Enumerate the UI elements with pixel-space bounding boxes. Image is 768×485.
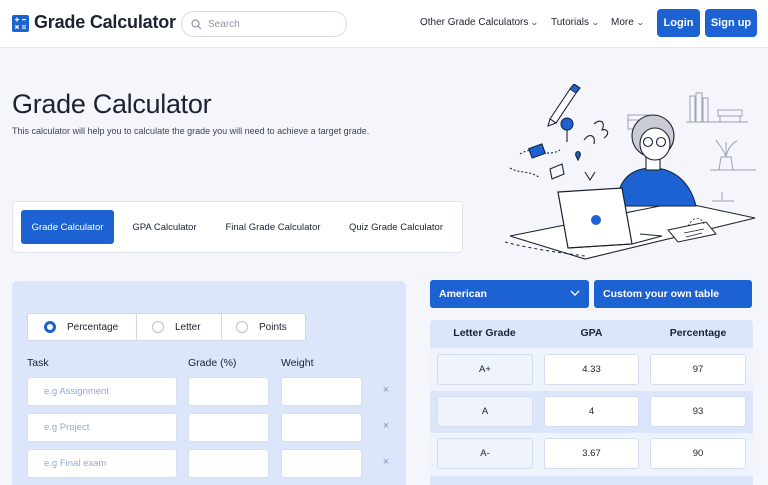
- page-title: Grade Calculator: [12, 89, 212, 119]
- gpa-cell[interactable]: 4: [544, 396, 639, 427]
- table-header-percentage: Percentage: [669, 327, 727, 339]
- table-header-gpa: GPA: [580, 327, 603, 339]
- task-field[interactable]: [27, 449, 177, 478]
- grade-mode-selector: Percentage Letter Points: [27, 313, 306, 341]
- calculator-logo-icon[interactable]: [12, 15, 29, 32]
- gpa-cell[interactable]: 4.33: [544, 354, 639, 385]
- remove-row-icon[interactable]: ×: [381, 420, 391, 432]
- mode-letter-label: Letter: [175, 321, 201, 333]
- column-header-weight: Weight: [281, 357, 314, 369]
- top-nav-bar: Grade Calculator Other Grade Calculators…: [0, 0, 768, 48]
- mode-letter[interactable]: Letter: [152, 314, 201, 340]
- weight-field[interactable]: [281, 377, 362, 406]
- mode-percentage[interactable]: Percentage: [44, 314, 118, 340]
- tab-grade-calculator[interactable]: Grade Calculator: [21, 210, 114, 244]
- mode-points-label: Points: [259, 321, 287, 333]
- letter-cell[interactable]: A-: [437, 438, 533, 469]
- chevron-down-icon: [570, 290, 580, 296]
- custom-table-button[interactable]: Custom your own table: [594, 280, 752, 308]
- letter-cell[interactable]: A: [437, 396, 533, 427]
- login-button[interactable]: Login: [657, 9, 700, 37]
- grade-field[interactable]: [188, 413, 269, 442]
- search-input[interactable]: [208, 16, 338, 32]
- gpa-cell[interactable]: 3.67: [544, 438, 639, 469]
- percentage-cell[interactable]: 93: [650, 396, 746, 427]
- weight-input[interactable]: [282, 450, 361, 477]
- calculator-tabs: Grade Calculator GPA Calculator Final Gr…: [12, 201, 463, 253]
- task-field[interactable]: [27, 377, 177, 406]
- grade-field[interactable]: [188, 377, 269, 406]
- remove-row-icon[interactable]: ×: [381, 384, 391, 396]
- column-header-task: Task: [27, 357, 49, 369]
- mode-percentage-label: Percentage: [67, 321, 119, 333]
- nav-more[interactable]: More ⌄: [611, 17, 645, 28]
- grade-input[interactable]: [189, 450, 268, 477]
- nav-other-grade-calculators[interactable]: Other Grade Calculators ⌄: [420, 17, 540, 28]
- task-field[interactable]: [27, 413, 177, 442]
- tab-gpa-calculator[interactable]: GPA Calculator: [120, 210, 209, 244]
- grade-input[interactable]: [189, 414, 268, 441]
- task-input[interactable]: [28, 378, 176, 405]
- weight-input[interactable]: [282, 378, 361, 405]
- grade-scale-value: American: [439, 288, 487, 300]
- table-header-letter: Letter Grade: [453, 327, 516, 339]
- search-icon: [191, 19, 202, 30]
- radio-selected-icon[interactable]: [44, 321, 56, 333]
- letter-cell[interactable]: A+: [437, 354, 533, 385]
- mode-points[interactable]: Points: [236, 314, 287, 340]
- task-input[interactable]: [28, 450, 176, 477]
- student-laptop-illustration: [504, 84, 756, 260]
- nav-tutorials-label: Tutorials: [551, 17, 589, 28]
- nav-other-label: Other Grade Calculators: [420, 17, 529, 28]
- tab-final-grade-calculator[interactable]: Final Grade Calculator: [215, 210, 331, 244]
- task-input[interactable]: [28, 414, 176, 441]
- chevron-down-icon: ⌄: [530, 18, 540, 27]
- percentage-cell[interactable]: 90: [650, 438, 746, 469]
- grade-scale-select[interactable]: American: [430, 280, 589, 308]
- remove-row-icon[interactable]: ×: [381, 456, 391, 468]
- column-header-grade: Grade (%): [188, 357, 237, 369]
- grade-field[interactable]: [188, 449, 269, 478]
- site-logo-text[interactable]: Grade Calculator: [34, 12, 176, 33]
- nav-more-label: More: [611, 17, 634, 28]
- chevron-down-icon: ⌄: [590, 18, 600, 27]
- percentage-cell[interactable]: 97: [650, 354, 746, 385]
- chevron-down-icon: ⌄: [635, 18, 645, 27]
- radio-icon[interactable]: [152, 321, 164, 333]
- radio-icon[interactable]: [236, 321, 248, 333]
- signup-button[interactable]: Sign up: [705, 9, 757, 37]
- search-box[interactable]: [181, 11, 347, 37]
- weight-field[interactable]: [281, 449, 362, 478]
- weight-field[interactable]: [281, 413, 362, 442]
- mode-divider: [221, 314, 222, 340]
- grade-input[interactable]: [189, 378, 268, 405]
- page-description: This calculator will help you to calcula…: [12, 126, 370, 136]
- mode-divider: [136, 314, 137, 340]
- weight-input[interactable]: [282, 414, 361, 441]
- tab-quiz-grade-calculator[interactable]: Quiz Grade Calculator: [337, 210, 455, 244]
- nav-tutorials[interactable]: Tutorials ⌄: [551, 17, 600, 28]
